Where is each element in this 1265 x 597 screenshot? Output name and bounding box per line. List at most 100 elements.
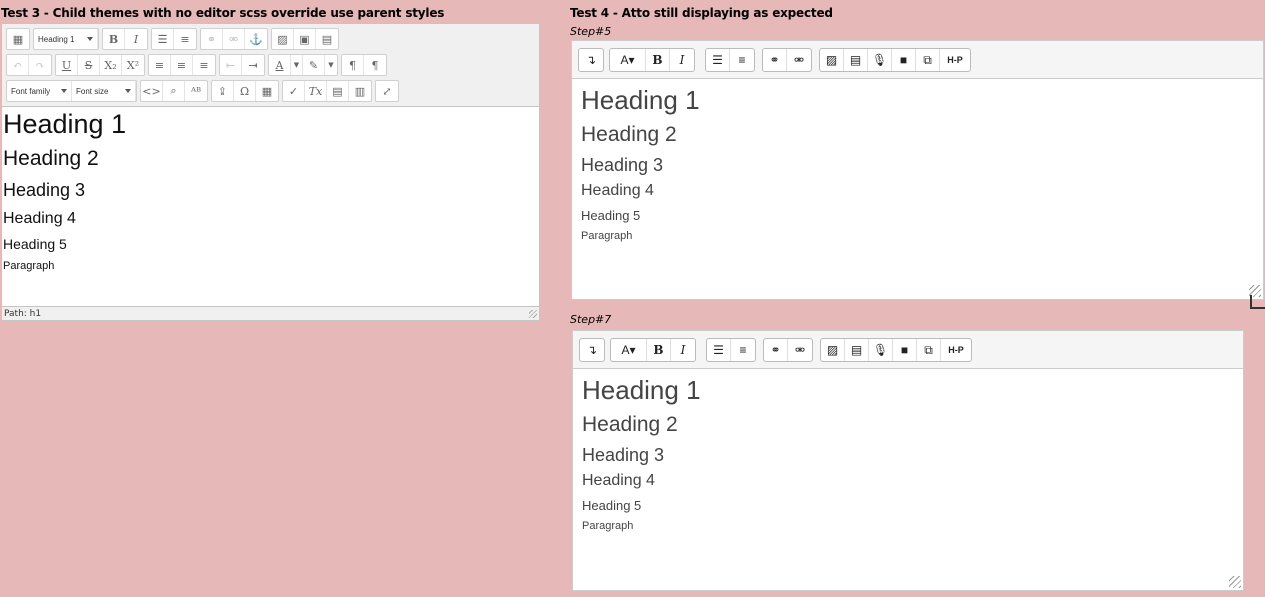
bullet-list-icon[interactable]: ☰ xyxy=(706,49,730,71)
heading-3: Heading 3 xyxy=(3,180,86,200)
atto-toolbar: ↴ A▾ B I ☰ ≡ ⚭ ⚮ ▨ ▤ 🎙 ■ ⧉ H-P xyxy=(572,41,1263,79)
heading-3: Heading 3 xyxy=(582,445,665,465)
heading-4: Heading 4 xyxy=(581,182,654,199)
italic-button[interactable]: I xyxy=(671,339,695,361)
link-icon[interactable]: ⚭ xyxy=(764,339,788,361)
toolbar-toggle-icon[interactable]: ▦ xyxy=(7,29,29,49)
unlink-icon[interactable]: ⚮ xyxy=(788,339,812,361)
corner-marker xyxy=(1250,295,1265,309)
heading-4: Heading 4 xyxy=(582,472,655,489)
paste-text-icon[interactable]: ▤ xyxy=(327,81,349,101)
table-icon[interactable]: ▦ xyxy=(256,81,278,101)
step5-label: Step#5 xyxy=(570,25,612,38)
text-color-dropdown-icon[interactable]: ▼ xyxy=(291,55,303,75)
media-icon[interactable]: ▤ xyxy=(844,49,868,71)
strikethrough-button[interactable]: S xyxy=(78,55,100,75)
paragraph-style-button[interactable]: A▾ xyxy=(611,339,647,361)
numbered-list-icon[interactable]: ≡ xyxy=(174,29,196,49)
special-char-icon[interactable]: Ω xyxy=(234,81,256,101)
tinymce-toolbar-row-1: ▦ Heading 1 B I ☰ ≡ ⚭ ⚮ ⚓ ▨ ▣ ▤ xyxy=(6,28,342,50)
h5p-button[interactable]: H-P xyxy=(940,49,970,71)
heading-3: Heading 3 xyxy=(581,155,664,175)
tinymce-editor: ▦ Heading 1 B I ☰ ≡ ⚭ ⚮ ⚓ ▨ ▣ ▤ ↶ ↷ U S … xyxy=(1,23,540,321)
numbered-list-icon[interactable]: ≡ xyxy=(731,339,755,361)
font-family-select[interactable]: Font family xyxy=(7,81,72,101)
manage-files-icon[interactable]: ⧉ xyxy=(916,49,940,71)
indent-icon[interactable]: ⇥ xyxy=(242,55,264,75)
bullet-list-icon[interactable]: ☰ xyxy=(152,29,174,49)
background-color-icon[interactable]: ✎ xyxy=(303,55,325,75)
upload-icon[interactable]: ⇪ xyxy=(212,81,234,101)
heading-1: Heading 1 xyxy=(3,109,127,139)
collapse-icon[interactable]: ↴ xyxy=(580,339,604,361)
media-icon[interactable]: ▣ xyxy=(294,29,316,49)
video-icon[interactable]: ■ xyxy=(892,49,916,71)
paste-icon[interactable]: ▤ xyxy=(316,29,338,49)
background-color-dropdown-icon[interactable]: ▼ xyxy=(325,55,337,75)
image-icon[interactable]: ▨ xyxy=(820,49,844,71)
atto-content-step5[interactable]: Heading 1 Heading 2 Heading 3 Heading 4 … xyxy=(572,80,1263,299)
italic-button[interactable]: I xyxy=(670,49,694,71)
code-icon[interactable]: <> xyxy=(141,81,163,101)
collapse-icon[interactable]: ↴ xyxy=(579,49,603,71)
font-size-select[interactable]: Font size xyxy=(72,81,136,101)
outdent-icon[interactable]: ⇤ xyxy=(220,55,242,75)
heading-2: Heading 2 xyxy=(581,123,677,146)
bullet-list-icon[interactable]: ☰ xyxy=(707,339,731,361)
heading-5: Heading 5 xyxy=(581,208,641,223)
anchor-icon[interactable]: ⚓ xyxy=(245,29,267,49)
h5p-button[interactable]: H-P xyxy=(941,339,971,361)
redo-icon[interactable]: ↷ xyxy=(29,55,51,75)
tinymce-toolbar-row-2: ↶ ↷ U S X₂ X² ≡ ≡ ≡ ⇤ ⇥ A ▼ ✎ ▼ ¶ ¶ xyxy=(6,54,390,76)
align-center-icon[interactable]: ≡ xyxy=(171,55,193,75)
paragraph: Paragraph xyxy=(582,520,634,532)
resize-handle[interactable] xyxy=(1229,576,1241,588)
unlink-icon[interactable]: ⚮ xyxy=(787,49,811,71)
tinymce-path: Path: h1 xyxy=(4,309,42,319)
test3-caption: Test 3 - Child themes with no editor scs… xyxy=(1,6,445,20)
atto-editor-step5: ↴ A▾ B I ☰ ≡ ⚭ ⚮ ▨ ▤ 🎙 ■ ⧉ H-P Heading 1… xyxy=(571,40,1264,300)
underline-button[interactable]: U xyxy=(56,55,78,75)
heading-4: Heading 4 xyxy=(3,210,76,227)
test4-caption: Test 4 - Atto still displaying as expect… xyxy=(570,6,833,20)
spellcheck-icon[interactable]: ᴬᴮ xyxy=(185,81,207,101)
paragraph: Paragraph xyxy=(3,260,55,272)
format-select[interactable]: Heading 1 xyxy=(34,29,98,49)
manage-files-icon[interactable]: ⧉ xyxy=(917,339,941,361)
bold-button[interactable]: B xyxy=(647,339,671,361)
link-icon[interactable]: ⚭ xyxy=(763,49,787,71)
paste-word-icon[interactable]: ▥ xyxy=(349,81,371,101)
text-color-icon[interactable]: A xyxy=(269,55,291,75)
bold-button[interactable]: B xyxy=(646,49,670,71)
atto-content-step7[interactable]: Heading 1 Heading 2 Heading 3 Heading 4 … xyxy=(573,370,1243,590)
atto-toolbar: ↴ A▾ B I ☰ ≡ ⚭ ⚮ ▨ ▤ 🎙 ■ ⧉ H-P xyxy=(573,331,1243,369)
italic-button[interactable]: I xyxy=(125,29,147,49)
search-replace-icon[interactable]: ⌕ xyxy=(163,81,185,101)
bold-button[interactable]: B xyxy=(103,29,125,49)
superscript-button[interactable]: X² xyxy=(122,55,144,75)
numbered-list-icon[interactable]: ≡ xyxy=(730,49,754,71)
paragraph-style-button[interactable]: A▾ xyxy=(610,49,646,71)
image-icon[interactable]: ▨ xyxy=(821,339,845,361)
clean-icon[interactable]: ✓ xyxy=(283,81,305,101)
rtl-icon[interactable]: ¶ xyxy=(364,55,386,75)
heading-1: Heading 1 xyxy=(581,85,700,115)
video-icon[interactable]: ■ xyxy=(893,339,917,361)
heading-5: Heading 5 xyxy=(582,498,642,513)
clear-format-icon[interactable]: Tx xyxy=(305,81,327,101)
image-icon[interactable]: ▨ xyxy=(272,29,294,49)
align-left-icon[interactable]: ≡ xyxy=(149,55,171,75)
link-icon[interactable]: ⚭ xyxy=(201,29,223,49)
tinymce-content[interactable]: Heading 1 Heading 2 Heading 3 Heading 4 … xyxy=(2,106,539,307)
media-icon[interactable]: ▤ xyxy=(845,339,869,361)
ltr-icon[interactable]: ¶ xyxy=(342,55,364,75)
fullscreen-icon[interactable]: ⤢ xyxy=(376,81,398,101)
subscript-button[interactable]: X₂ xyxy=(100,55,122,75)
resize-handle[interactable] xyxy=(529,310,537,318)
microphone-icon[interactable]: 🎙 xyxy=(869,339,893,361)
microphone-icon[interactable]: 🎙 xyxy=(868,49,892,71)
atto-editor-step7: ↴ A▾ B I ☰ ≡ ⚭ ⚮ ▨ ▤ 🎙 ■ ⧉ H-P Heading 1… xyxy=(572,330,1244,591)
unlink-icon[interactable]: ⚮ xyxy=(223,29,245,49)
align-right-icon[interactable]: ≡ xyxy=(193,55,215,75)
undo-icon[interactable]: ↶ xyxy=(7,55,29,75)
